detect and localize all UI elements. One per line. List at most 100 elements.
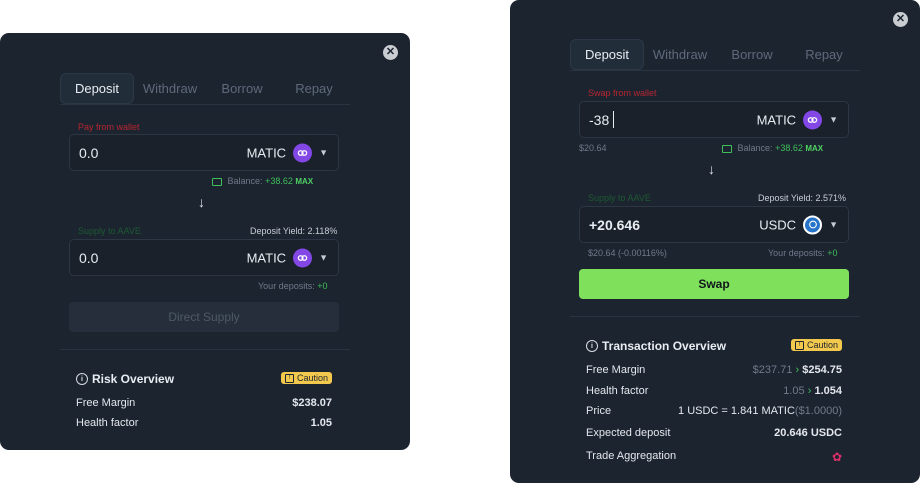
caution-text: Caution [806,340,838,350]
wallet-icon [212,177,222,186]
free-margin-label: Free Margin [76,397,136,409]
your-deposits-row: Your deposits: +0 [258,281,328,291]
caution-icon: ! [794,340,804,350]
change-arrow-icon: › [807,385,812,397]
token-symbol: MATIC [756,112,797,127]
balance-value: +38.62 [265,176,293,186]
tab-repay[interactable]: Repay [788,39,860,70]
tab-borrow[interactable]: Borrow [716,39,788,70]
deposit-yield: Deposit Yield: 2.118% [250,226,338,236]
info-icon: i [586,340,598,352]
swap-amount-field[interactable]: -38 MATIC ▼ [579,101,849,138]
health-factor-row: Health factor 1.05 › 1.054 [586,385,842,397]
tab-withdraw[interactable]: Withdraw [134,73,206,104]
price-usd: ($1.0000) [794,405,842,417]
swap-amount-value[interactable]: -38 [589,112,609,128]
free-margin-value: $238.07 [292,397,332,409]
matic-icon [293,143,313,162]
overview-title: i Risk Overview [76,372,174,386]
risk-overview: i Risk Overview ! Caution Free Margin $2… [60,349,350,440]
price-values: 1 USDC = 1.841 MATIC($1.0000) [678,405,842,417]
trade-aggregation-row: Trade Aggregation ✿ [586,450,842,464]
pay-from-wallet-label: Pay from wallet [78,122,140,132]
supply-amount-field[interactable]: +20.646 USDC ▼ [579,206,849,243]
health-factor-label: Health factor [76,417,139,429]
health-factor-old: 1.05 [783,385,805,397]
token-symbol: MATIC [246,145,287,160]
tab-deposit[interactable]: Deposit [60,73,134,104]
arrow-down-icon: ↓ [198,194,205,210]
health-factor-label: Health factor [586,385,649,397]
free-margin-old: $237.71 [752,364,793,376]
caution-badge: ! Caution [280,372,332,384]
supply-usd-value: $20.64 (-0.00116%) [588,248,667,258]
balance-row: Balance: +38.62 MAX [212,176,313,186]
tab-bar: Deposit Withdraw Borrow Repay [570,39,860,71]
free-margin-row: Free Margin $237.71 › $254.75 [586,364,842,376]
wallet-icon [722,144,732,153]
deposit-panel-left: ✕ Deposit Withdraw Borrow Repay Pay from… [0,33,410,450]
change-arrow-icon: › [795,364,800,376]
balance-value: +38.62 [775,143,803,153]
usdc-icon [803,215,823,234]
aggregation-icon[interactable]: ✿ [832,450,842,464]
direct-supply-button[interactable]: Direct Supply [69,302,339,332]
health-factor-values: 1.05 › 1.054 [783,385,842,397]
overview-title-text: Transaction Overview [602,339,727,353]
close-icon[interactable]: ✕ [383,45,398,60]
token-selector-matic[interactable]: MATIC ▼ [247,143,328,162]
balance-label: Balance: [737,143,773,153]
token-selector-matic[interactable]: MATIC ▼ [247,248,328,267]
max-button[interactable]: MAX [805,144,823,153]
your-deposits-value: +0 [317,281,328,291]
caution-badge: ! Caution [790,339,842,351]
supply-amount-field[interactable]: 0.0 MATIC ▼ [69,239,339,276]
chevron-down-icon: ▼ [829,219,838,230]
swap-button[interactable]: Swap [579,269,849,299]
free-margin-values: $237.71 › $254.75 [753,364,842,376]
tab-deposit[interactable]: Deposit [570,39,644,70]
pay-amount-field[interactable]: 0.0 MATIC ▼ [69,134,339,171]
transaction-overview: i Transaction Overview ! Caution Free Ma… [570,316,860,477]
token-selector-usdc[interactable]: USDC ▼ [759,215,838,234]
price-label: Price [586,405,612,417]
arrow-down-icon: ↓ [708,161,715,177]
chevron-down-icon: ▼ [319,252,328,263]
deposit-yield: Deposit Yield: 2.571% [758,193,847,203]
tab-borrow[interactable]: Borrow [206,73,278,104]
token-symbol: MATIC [246,250,287,265]
trade-aggregation-label: Trade Aggregation [586,450,677,462]
tab-repay[interactable]: Repay [278,73,350,104]
caution-icon: ! [284,373,294,383]
chevron-down-icon: ▼ [319,147,328,158]
free-margin-new: $254.75 [802,364,842,376]
swap-from-wallet-label: Swap from wallet [588,88,657,98]
free-margin-label: Free Margin [586,364,646,376]
tab-withdraw[interactable]: Withdraw [644,39,716,70]
your-deposits-label: Your deposits: [258,281,315,291]
health-factor-new: 1.054 [814,385,842,397]
supply-amount-value[interactable]: 0.0 [79,250,98,266]
text-caret [613,111,614,128]
expected-deposit-label: Expected deposit [586,427,671,439]
overview-title-text: Risk Overview [92,372,175,386]
supply-to-aave-label: Supply to AAVE [78,226,141,236]
price-row: Price 1 USDC = 1.841 MATIC($1.0000) [586,405,842,417]
balance-row: Balance: +38.62 MAX [722,143,823,153]
free-margin-row: Free Margin $238.07 [76,397,332,409]
pay-amount-value[interactable]: 0.0 [79,145,98,161]
tab-bar: Deposit Withdraw Borrow Repay [60,73,350,105]
your-deposits-row: Your deposits: +0 [768,248,838,258]
close-icon[interactable]: ✕ [893,12,908,27]
max-button[interactable]: MAX [295,177,313,186]
health-factor-row: Health factor 1.05 [76,417,332,429]
matic-icon [293,248,313,267]
info-icon: i [76,373,88,385]
expected-deposit-row: Expected deposit 20.646 USDC [586,427,842,439]
chevron-down-icon: ▼ [829,114,838,125]
supply-to-aave-label: Supply to AAVE [588,193,651,203]
token-selector-matic[interactable]: MATIC ▼ [757,110,838,129]
supply-amount-value[interactable]: +20.646 [589,217,640,233]
swap-usd-value: $20.64 [579,143,607,153]
your-deposits-label: Your deposits: [768,248,825,258]
